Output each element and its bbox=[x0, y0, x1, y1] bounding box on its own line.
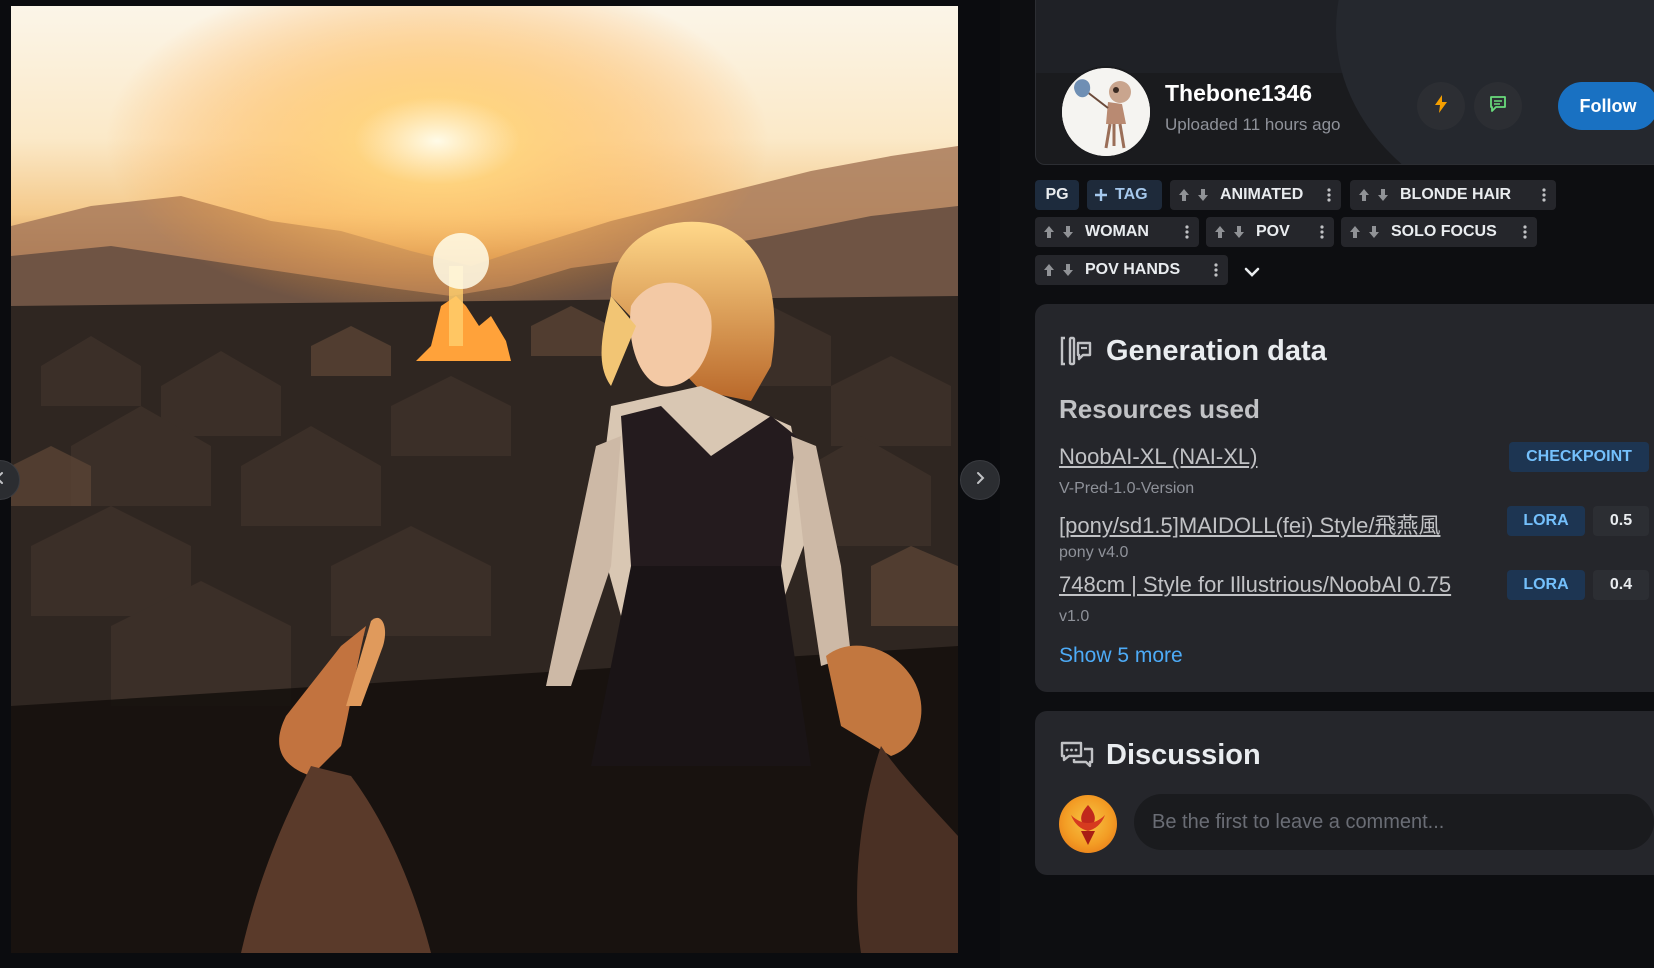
tag-pov-hands[interactable]: POV HANDS bbox=[1035, 255, 1228, 285]
details-panel: Thebone1346 Uploaded 11 hours ago Follow… bbox=[1035, 0, 1654, 968]
arrow-up-icon[interactable] bbox=[1212, 224, 1228, 240]
resources-heading: Resources used bbox=[1059, 394, 1260, 424]
plus-icon bbox=[1093, 187, 1109, 203]
more-vertical-icon[interactable] bbox=[1323, 187, 1335, 203]
generation-data-card: Generation data Resources used NoobAI-XL… bbox=[1035, 304, 1654, 692]
tag-animated[interactable]: ANIMATED bbox=[1170, 180, 1341, 210]
image-viewer bbox=[0, 0, 1000, 968]
rating-badge[interactable]: PG bbox=[1035, 180, 1079, 210]
follow-button[interactable]: Follow bbox=[1558, 82, 1654, 130]
tag-label: WOMAN bbox=[1085, 223, 1149, 240]
creator-card: Thebone1346 Uploaded 11 hours ago Follow bbox=[1035, 0, 1654, 165]
arrow-up-icon[interactable] bbox=[1347, 224, 1363, 240]
current-user-avatar-art bbox=[1071, 805, 1105, 845]
more-vertical-icon[interactable] bbox=[1181, 224, 1193, 240]
tag-pov[interactable]: POV bbox=[1206, 217, 1334, 247]
arrow-down-icon[interactable] bbox=[1060, 224, 1076, 240]
creator-avatar-art bbox=[1062, 68, 1150, 156]
resource-link[interactable]: [pony/sd1.5]MAIDOLL(fei) Style/飛燕風 bbox=[1059, 508, 1440, 540]
resource-weight-badge: 0.4 bbox=[1593, 570, 1649, 600]
discussion-title: Discussion bbox=[1106, 739, 1261, 771]
tag-solo-focus[interactable]: SOLO FOCUS bbox=[1341, 217, 1537, 247]
arrow-down-icon[interactable] bbox=[1060, 262, 1076, 278]
tag-list: PG TAG ANIMATED BLONDE HAIR WOMAN POV SO… bbox=[1035, 180, 1654, 285]
more-vertical-icon[interactable] bbox=[1210, 262, 1222, 278]
next-image-button[interactable] bbox=[960, 460, 1000, 500]
tag-label: ANIMATED bbox=[1220, 186, 1304, 203]
comment-input[interactable] bbox=[1134, 794, 1654, 850]
message-button[interactable] bbox=[1474, 82, 1522, 130]
arrow-down-icon[interactable] bbox=[1375, 187, 1391, 203]
arrow-down-icon[interactable] bbox=[1231, 224, 1247, 240]
resource-type-badge: CHECKPOINT bbox=[1509, 442, 1649, 472]
message-icon bbox=[1488, 94, 1508, 119]
tip-button[interactable] bbox=[1417, 82, 1465, 130]
more-vertical-icon[interactable] bbox=[1538, 187, 1550, 203]
tag-label: SOLO FOCUS bbox=[1391, 223, 1497, 240]
resource-link[interactable]: NoobAI-XL (NAI-XL) bbox=[1059, 444, 1257, 470]
arrow-up-icon[interactable] bbox=[1356, 187, 1372, 203]
generation-icon bbox=[1059, 334, 1093, 373]
resource-version: V-Pred-1.0-Version bbox=[1059, 480, 1195, 497]
lightning-icon bbox=[1431, 94, 1451, 119]
tag-label: POV HANDS bbox=[1085, 261, 1181, 278]
resource-link[interactable]: 748cm | Style for Illustrious/NoobAI 0.7… bbox=[1059, 572, 1451, 598]
show-more-resources-link[interactable]: Show 5 more bbox=[1059, 644, 1183, 668]
upload-time: Uploaded 11 hours ago bbox=[1165, 115, 1341, 134]
post-image-art bbox=[11, 6, 958, 953]
discussion-card: Discussion bbox=[1035, 711, 1654, 875]
resource-weight-badge: 0.5 bbox=[1593, 506, 1649, 536]
creator-avatar[interactable] bbox=[1060, 66, 1152, 158]
resource-type-badge: LORA bbox=[1507, 506, 1585, 536]
tag-woman[interactable]: WOMAN bbox=[1035, 217, 1199, 247]
chevron-right-icon bbox=[972, 470, 988, 491]
more-vertical-icon[interactable] bbox=[1519, 224, 1531, 240]
profile-banner bbox=[1036, 0, 1654, 164]
creator-username[interactable]: Thebone1346 bbox=[1165, 80, 1312, 107]
tag-label: BLONDE HAIR bbox=[1400, 186, 1512, 203]
tag-blonde-hair[interactable]: BLONDE HAIR bbox=[1350, 180, 1556, 210]
arrow-up-icon[interactable] bbox=[1041, 224, 1057, 240]
chevron-left-icon bbox=[0, 470, 8, 491]
arrow-up-icon[interactable] bbox=[1176, 187, 1192, 203]
arrow-down-icon[interactable] bbox=[1195, 187, 1211, 203]
resource-type-badge: LORA bbox=[1507, 570, 1585, 600]
generation-data-title: Generation data bbox=[1106, 335, 1327, 367]
expand-tags-button[interactable] bbox=[1238, 260, 1266, 288]
discussion-icon bbox=[1059, 739, 1095, 776]
current-user-avatar[interactable] bbox=[1059, 795, 1117, 853]
post-image[interactable] bbox=[11, 6, 958, 953]
resource-version: v1.0 bbox=[1059, 608, 1090, 625]
add-tag-button[interactable]: TAG bbox=[1087, 180, 1162, 210]
arrow-down-icon[interactable] bbox=[1366, 224, 1382, 240]
tag-label: POV bbox=[1256, 223, 1290, 240]
resource-version: pony v4.0 bbox=[1059, 544, 1129, 561]
more-vertical-icon[interactable] bbox=[1316, 224, 1328, 240]
arrow-up-icon[interactable] bbox=[1041, 262, 1057, 278]
chevron-down-icon bbox=[1242, 262, 1262, 287]
